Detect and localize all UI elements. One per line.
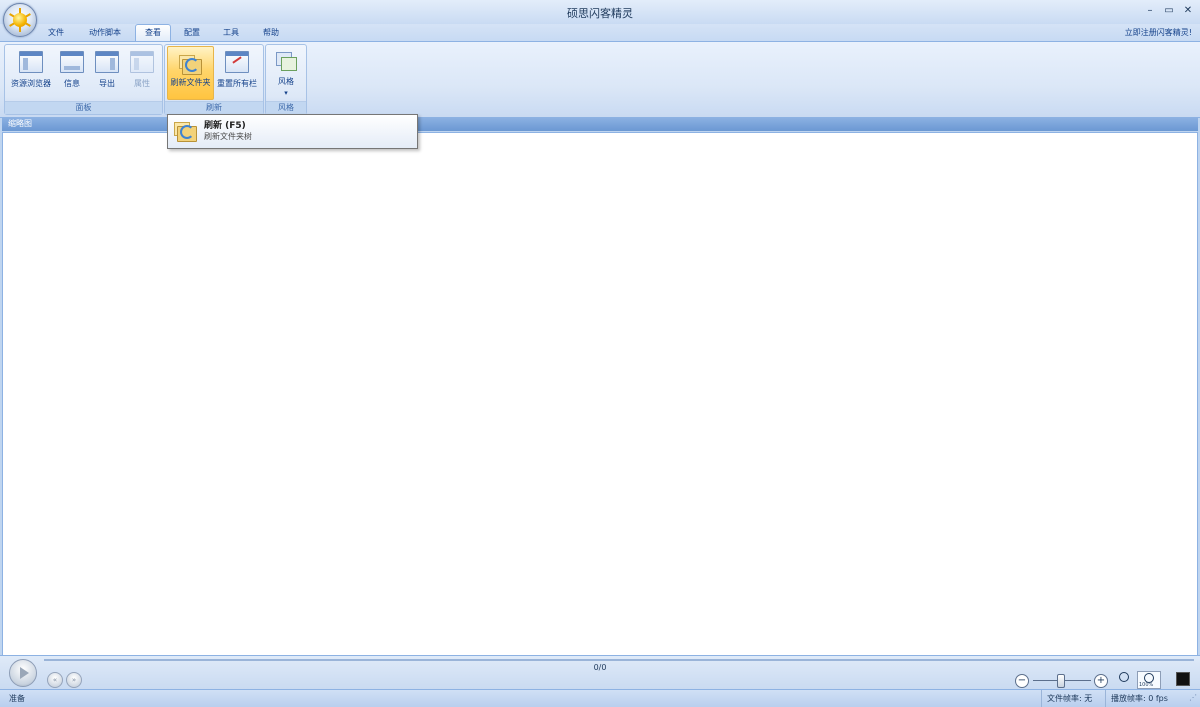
status-bar: 准备 文件帧率: 无 播放帧率: 0 fps ⋰ (0, 689, 1200, 707)
background-color-swatch[interactable] (1176, 672, 1190, 686)
refresh-tooltip: 刷新 (F5) 刷新文件夹树 (167, 114, 418, 149)
group-panel: 资源浏览器 信息 导出 属性 面板 (4, 44, 163, 115)
prev-frame-button[interactable]: « (47, 672, 63, 688)
tab-tools[interactable]: 工具 (215, 25, 247, 41)
frame-counter: 0/0 (593, 663, 607, 672)
status-text: 准备 (9, 694, 25, 703)
maximize-button[interactable]: ▭ (1161, 4, 1177, 18)
resource-browser-button[interactable]: 资源浏览器 (7, 46, 55, 98)
app-menu-button[interactable] (3, 3, 37, 37)
panel-icon (60, 51, 84, 73)
button-label: 刷新文件夹 (170, 78, 211, 87)
next-frame-button[interactable]: » (66, 672, 82, 688)
style-dropdown-button[interactable]: 风格 ▾ (269, 46, 303, 98)
magnifier-icon (1119, 672, 1129, 682)
register-link[interactable]: 立即注册闪客精灵! (1125, 27, 1192, 38)
group-label: 风格 (266, 101, 306, 114)
title-bar: 硕思闪客精灵 – ▭ ✕ (0, 0, 1200, 24)
group-style: 风格 ▾ 风格 (265, 44, 307, 115)
refresh-folder-icon (172, 119, 198, 143)
info-button[interactable]: 信息 (55, 46, 89, 98)
panel-icon (19, 51, 43, 73)
refresh-folder-button[interactable]: 刷新文件夹 (167, 46, 214, 100)
chevron-down-icon: ▾ (284, 89, 288, 97)
thumbnail-view[interactable] (2, 132, 1198, 656)
close-button[interactable]: ✕ (1180, 4, 1196, 18)
reset-all-bars-button[interactable]: 重置所有栏 (214, 46, 260, 98)
zoom-slider-thumb[interactable] (1057, 674, 1065, 688)
export-button[interactable]: 导出 (90, 46, 124, 98)
tooltip-description: 刷新文件夹树 (204, 132, 252, 141)
button-label: 风格 (278, 77, 294, 86)
play-frame-rate: 播放帧率: 0 fps (1105, 690, 1187, 707)
button-label: 导出 (99, 79, 115, 88)
tab-file[interactable]: 文件 (40, 25, 72, 41)
window-title: 硕思闪客精灵 (567, 7, 633, 20)
refresh-folder-icon (177, 52, 205, 75)
zoom-tool-button[interactable] (1113, 671, 1135, 687)
button-label: 资源浏览器 (11, 79, 51, 88)
group-label: 刷新 (165, 101, 263, 114)
group-label: 面板 (5, 101, 162, 114)
sun-icon (13, 13, 27, 27)
zoom-percent: 100% (1139, 682, 1154, 688)
group-refresh: 刷新文件夹 重置所有栏 刷新 (164, 44, 264, 115)
panel-title: 缩略图 (8, 119, 32, 128)
button-label: 信息 (64, 79, 80, 88)
tooltip-title: 刷新 (F5) (204, 121, 246, 131)
resize-grip-icon[interactable]: ⋰ (1189, 693, 1197, 702)
tab-view[interactable]: 查看 (135, 24, 171, 41)
panel-icon (130, 51, 154, 73)
tab-settings[interactable]: 配置 (176, 25, 208, 41)
file-frame-rate: 文件帧率: 无 (1041, 690, 1105, 707)
zoom-in-button[interactable]: + (1094, 674, 1108, 688)
tab-actionscript[interactable]: 动作脚本 (82, 25, 128, 41)
ribbon: 资源浏览器 信息 导出 属性 面板 刷新文件夹 重置所有栏 刷新 风格 ▾ 风格 (0, 41, 1200, 118)
player-bar: « » 0/0 − + 100% (0, 655, 1200, 690)
style-icon (274, 51, 298, 73)
zoom-100-button[interactable]: 100% (1137, 671, 1161, 689)
ribbon-tabs: 文件 动作脚本 查看 配置 工具 帮助 (0, 24, 1200, 41)
button-label: 重置所有栏 (217, 79, 257, 88)
reset-icon (225, 51, 249, 73)
timeline-slider[interactable] (44, 659, 1194, 661)
minimize-button[interactable]: – (1142, 4, 1158, 18)
panel-icon (95, 51, 119, 73)
properties-button[interactable]: 属性 (125, 46, 159, 98)
button-label: 属性 (134, 79, 150, 88)
tab-help[interactable]: 帮助 (255, 25, 287, 41)
zoom-out-button[interactable]: − (1015, 674, 1029, 688)
